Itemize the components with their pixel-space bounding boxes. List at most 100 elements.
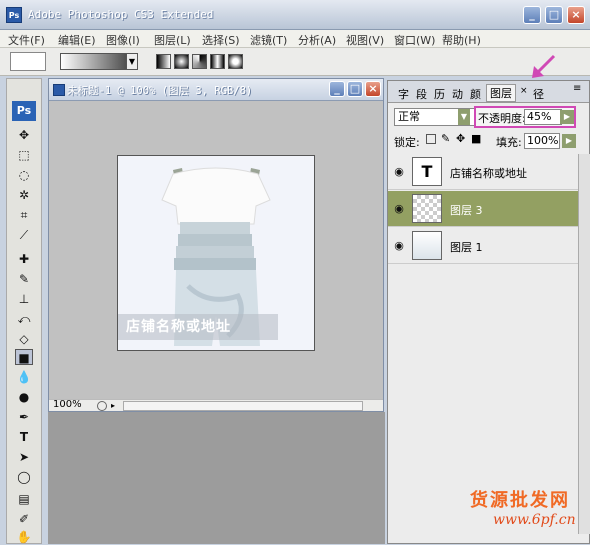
menu-select[interactable]: 选择(S) [202, 32, 240, 48]
options-bar: ▼ [0, 48, 590, 76]
lock-transparency-icon[interactable] [426, 134, 436, 144]
layer-thumbnail: T [412, 157, 442, 186]
opacity-label: 不透明度: [478, 112, 526, 125]
fill-slider-arrow-icon[interactable]: ▶ [562, 134, 576, 148]
app-title: Adobe Photoshop CS3 Extended [28, 8, 214, 21]
dodge-tool-icon[interactable]: ● [15, 389, 33, 405]
app-titlebar: Ps Adobe Photoshop CS3 Extended _ □ × [0, 0, 590, 30]
menu-window[interactable]: 窗口(W) [394, 32, 435, 48]
tab-history[interactable]: 历 [434, 86, 445, 102]
eye-icon[interactable]: ◉ [391, 201, 407, 217]
layer-thumbnail [412, 231, 442, 260]
layer-row-layer3[interactable]: ◉ 图层 3 [388, 191, 578, 227]
magic-wand-icon[interactable]: ✲ [15, 187, 33, 203]
photoshop-doc-icon [53, 84, 65, 96]
eyedropper-icon[interactable]: ✐ [15, 511, 33, 527]
canvas[interactable]: 店铺名称或地址 [117, 155, 315, 351]
tab-color[interactable]: 颜 [470, 86, 481, 102]
eraser-tool-icon[interactable]: ◇ [15, 331, 33, 347]
doc-minimize-button[interactable]: _ [329, 81, 345, 97]
layer-name: 店铺名称或地址 [450, 167, 527, 180]
brush-tool-icon[interactable]: ✎ [15, 271, 33, 287]
reflected-gradient-icon[interactable] [210, 54, 225, 69]
menu-filter[interactable]: 滤镜(T) [250, 32, 287, 48]
horizontal-scrollbar[interactable] [123, 401, 363, 411]
eye-icon[interactable]: ◉ [391, 164, 407, 180]
zoom-level[interactable]: 100% [53, 399, 82, 410]
layer-row-layer1[interactable]: ◉ 图层 1 [388, 228, 578, 264]
menu-edit[interactable]: 编辑(E) [58, 32, 96, 48]
workspace-background [48, 412, 385, 544]
pen-tool-icon[interactable]: ✒ [15, 409, 33, 425]
marquee-tool-icon[interactable]: ⬚ [15, 147, 33, 163]
linear-gradient-icon[interactable] [156, 54, 171, 69]
hand-tool-icon[interactable]: ✋ [15, 529, 33, 545]
watermark-url: www.6pf.cn [493, 512, 576, 528]
panel-menu-icon[interactable]: ≡ [573, 83, 581, 94]
menu-view[interactable]: 视图(V) [346, 32, 384, 48]
tab-character[interactable]: 字 [398, 86, 409, 102]
lasso-tool-icon[interactable]: ◌ [15, 167, 33, 183]
tools-panel: Ps ✥ ⬚ ◌ ✲ ⌗ ⟋ ✚ ✎ ⊥ ⤺ ◇ ■ 💧 ● ✒ T ➤ ◯ ▤… [6, 78, 42, 544]
lock-paint-icon[interactable]: ✎ [441, 132, 450, 145]
caption-text-overlay: 店铺名称或地址 [118, 314, 278, 340]
photoshop-logo-icon: Ps [12, 101, 36, 121]
menu-bar: 文件(F) 编辑(E) 图像(I) 图层(L) 选择(S) 滤镜(T) 分析(A… [0, 30, 590, 48]
move-tool-icon[interactable]: ✥ [15, 127, 33, 143]
doc-maximize-button[interactable]: □ [347, 81, 363, 97]
maximize-button[interactable]: □ [545, 6, 563, 24]
fill-input[interactable]: 100% [524, 133, 560, 149]
close-button[interactable]: × [567, 6, 585, 24]
opacity-slider-arrow-icon[interactable]: ▶ [560, 110, 574, 124]
chevron-down-icon[interactable]: ▼ [458, 109, 470, 125]
eye-icon[interactable]: ◉ [391, 238, 407, 254]
menu-image[interactable]: 图像(I) [106, 32, 140, 48]
crop-tool-icon[interactable]: ⌗ [15, 207, 33, 223]
gradient-tool-icon[interactable]: ■ [15, 349, 33, 365]
tool-preset-picker[interactable] [10, 52, 46, 71]
canvas-area: 店铺名称或地址 [49, 101, 383, 399]
menu-analysis[interactable]: 分析(A) [298, 32, 336, 48]
minimize-button[interactable]: _ [523, 6, 541, 24]
layers-panel: 字 段 历 动 颜 图层 × 径 ≡ 正常 ▼ 不透明度: 45% ▶ 锁定: … [387, 80, 590, 544]
opacity-input[interactable]: 45% [524, 109, 562, 125]
fill-label: 填充: [496, 136, 522, 149]
angle-gradient-icon[interactable] [192, 54, 207, 69]
menu-help[interactable]: 帮助(H) [442, 32, 481, 48]
lock-row: 锁定: ✎ ✥ ■ 填充: 100% ▶ [388, 131, 589, 151]
watermark-text: 货源批发网 [470, 490, 570, 511]
lock-all-icon[interactable]: ■ [471, 132, 481, 145]
tab-paragraph[interactable]: 段 [416, 86, 427, 102]
layer-row-text[interactable]: ◉ T 店铺名称或地址 [388, 154, 578, 190]
path-selection-icon[interactable]: ➤ [15, 449, 33, 465]
tab-paths[interactable]: 径 [533, 86, 544, 102]
menu-layer[interactable]: 图层(L) [154, 32, 191, 48]
shape-tool-icon[interactable]: ◯ [15, 469, 33, 485]
status-bar: 100% ▸ [49, 399, 383, 411]
chevron-down-icon[interactable]: ▼ [126, 53, 138, 70]
layer-thumbnail [412, 194, 442, 223]
healing-brush-icon[interactable]: ✚ [15, 251, 33, 267]
doc-close-button[interactable]: × [365, 81, 381, 97]
layers-scrollbar[interactable] [578, 154, 590, 534]
slice-tool-icon[interactable]: ⟋ [15, 227, 33, 243]
stamp-tool-icon[interactable]: ⊥ [15, 291, 33, 307]
tab-close-icon[interactable]: × [520, 86, 528, 96]
blur-tool-icon[interactable]: 💧 [15, 369, 33, 385]
layer-name: 图层 3 [450, 204, 483, 217]
history-brush-icon[interactable]: ⤺ [15, 311, 33, 327]
status-arrow-icon[interactable]: ▸ [111, 401, 119, 411]
radial-gradient-icon[interactable] [174, 54, 189, 69]
opacity-control: 不透明度: 45% ▶ [474, 106, 576, 128]
status-info-icon[interactable] [97, 401, 107, 411]
tab-actions[interactable]: 动 [452, 86, 463, 102]
blend-row: 正常 ▼ 不透明度: 45% ▶ [388, 105, 589, 129]
type-tool-icon[interactable]: T [15, 429, 33, 445]
notes-tool-icon[interactable]: ▤ [15, 491, 33, 507]
menu-file[interactable]: 文件(F) [8, 32, 45, 48]
lock-move-icon[interactable]: ✥ [456, 132, 465, 145]
panel-tabs: 字 段 历 动 颜 图层 × 径 ≡ [388, 81, 589, 103]
tab-layers[interactable]: 图层 [486, 84, 516, 102]
diamond-gradient-icon[interactable] [228, 54, 243, 69]
document-window: 未标题-1 @ 100% (图层 3, RGB/8) _ □ × 店铺名称或地址 [48, 78, 384, 412]
